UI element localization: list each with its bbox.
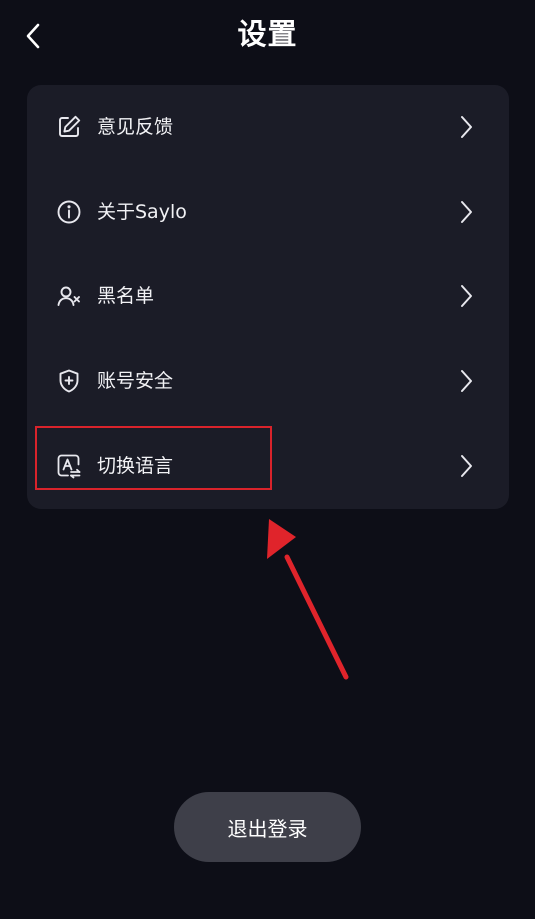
chevron-right-icon bbox=[456, 368, 476, 394]
chevron-right-icon bbox=[456, 114, 476, 140]
menu-item-account-security[interactable]: 账号安全 bbox=[27, 339, 509, 423]
language-switch-icon bbox=[56, 453, 82, 479]
chevron-right-icon bbox=[456, 283, 476, 309]
menu-item-label: 切换语言 bbox=[97, 455, 174, 477]
menu-item-about[interactable]: 关于Saylo bbox=[27, 170, 509, 254]
chevron-right-icon bbox=[456, 453, 476, 479]
shield-plus-icon bbox=[56, 368, 82, 394]
edit-feedback-icon bbox=[56, 114, 82, 140]
header: 设置 bbox=[0, 0, 535, 72]
logout-button[interactable]: 退出登录 bbox=[174, 792, 361, 862]
menu-item-blacklist[interactable]: 黑名单 bbox=[27, 254, 509, 338]
page-title: 设置 bbox=[237, 17, 298, 51]
chevron-right-icon bbox=[456, 199, 476, 225]
user-block-icon bbox=[56, 283, 82, 309]
menu-item-feedback[interactable]: 意见反馈 bbox=[27, 85, 509, 169]
menu-item-label: 意见反馈 bbox=[97, 116, 174, 138]
menu-item-label: 黑名单 bbox=[97, 285, 155, 307]
menu-item-switch-language[interactable]: 切换语言 bbox=[27, 424, 509, 508]
menu-item-label: 关于Saylo bbox=[97, 201, 187, 223]
menu-item-label: 账号安全 bbox=[97, 370, 174, 392]
settings-menu-card: 意见反馈 关于Saylo 黑名单 账号安全 切换语言 bbox=[27, 85, 509, 509]
info-icon bbox=[56, 199, 82, 225]
annotation-arrow bbox=[267, 519, 349, 680]
